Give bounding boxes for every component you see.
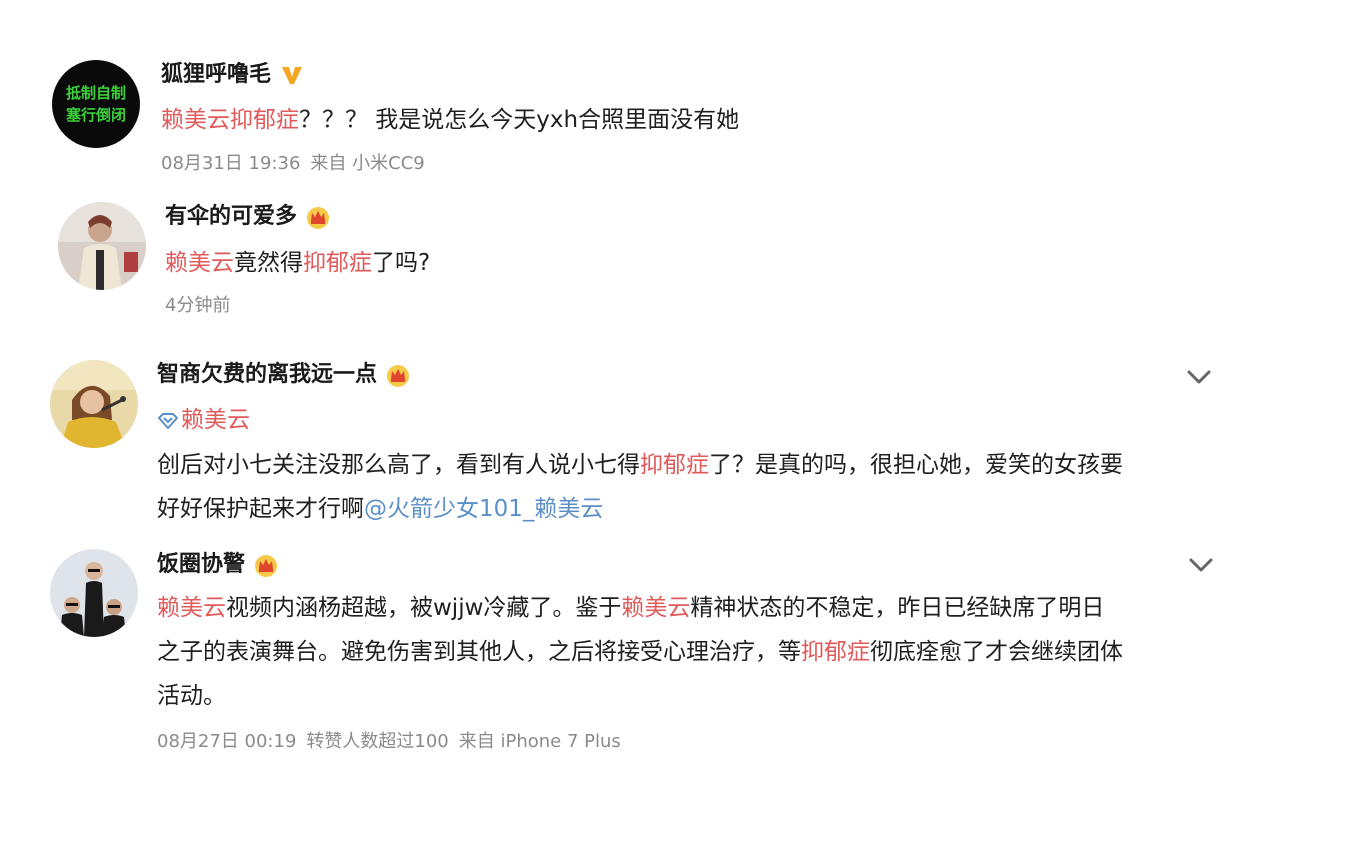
crown-icon bbox=[305, 204, 331, 230]
username[interactable]: 饭圈协警 bbox=[157, 550, 279, 580]
username-text[interactable]: 饭圈协警 bbox=[157, 552, 245, 577]
username[interactable]: 有伞的可爱多 bbox=[165, 202, 331, 232]
avatar-text-line2: 塞行倒闭 bbox=[66, 106, 126, 124]
post-time: 08月31日 19:36 bbox=[161, 153, 301, 174]
content-text: 竟然得 bbox=[234, 250, 303, 276]
crown-icon bbox=[385, 362, 411, 388]
keyword-highlight[interactable]: 赖美云 bbox=[157, 595, 226, 621]
content-line: 好好保护起来才行啊@火箭少女101_赖美云 bbox=[157, 487, 1123, 531]
content-line: 创后对小七关注没那么高了，看到有人说小七得抑郁症了？是真的吗，很担心她，爱笑的女… bbox=[157, 443, 1123, 487]
content-text: 视频内涵杨超越，被wjjw冷藏了。鉴于 bbox=[226, 595, 622, 621]
username-text[interactable]: 狐狸呼噜毛 bbox=[161, 62, 271, 87]
avatar[interactable]: 抵制自制 塞行倒闭 bbox=[52, 60, 140, 148]
content-text: ？？？ 我是说怎么今天yxh合照里面没有她 bbox=[299, 107, 740, 133]
repost-count[interactable]: 转赞人数超过100 bbox=[306, 731, 448, 752]
content-line: 活动。 bbox=[157, 674, 1123, 718]
content-text: 之子的表演舞台。避免伤害到其他人，之后将接受心理治疗，等 bbox=[157, 639, 801, 665]
content-line: 赖美云视频内涵杨超越，被wjjw冷藏了。鉴于赖美云精神状态的不稳定，昨日已经缺席… bbox=[157, 586, 1123, 630]
username-text[interactable]: 有伞的可爱多 bbox=[165, 204, 297, 229]
chevron-down-icon[interactable] bbox=[1187, 555, 1215, 575]
keyword-highlight[interactable]: 抑郁症 bbox=[303, 250, 372, 276]
content-text: 彻底痊愈了才会继续团体 bbox=[870, 639, 1123, 665]
content-text: 创后对小七关注没那么高了，看到有人说小七得 bbox=[157, 452, 640, 478]
post-time: 4分钟前 bbox=[165, 295, 231, 316]
content-text: 了？是真的吗，很担心她，爱笑的女孩要 bbox=[709, 452, 1123, 478]
content-text: 活动。 bbox=[157, 683, 226, 709]
keyword-highlight[interactable]: 抑郁症 bbox=[640, 452, 709, 478]
keyword-highlight[interactable]: 抑郁症 bbox=[801, 639, 870, 665]
username[interactable]: 智商欠费的离我远一点 bbox=[157, 360, 411, 390]
content-text: 了吗? bbox=[372, 250, 431, 276]
post-source: 来自 小米CC9 bbox=[310, 153, 425, 174]
username-text[interactable]: 智商欠费的离我远一点 bbox=[157, 362, 377, 387]
verified-v-icon bbox=[279, 62, 305, 88]
avatar-text-line1: 抵制自制 bbox=[66, 84, 126, 102]
topic-tag[interactable]: 赖美云 bbox=[157, 405, 250, 435]
post-source: 来自 iPhone 7 Plus bbox=[458, 731, 621, 752]
content-text: 好好保护起来才行啊 bbox=[157, 496, 364, 522]
username[interactable]: 狐狸呼噜毛 bbox=[161, 60, 305, 90]
post-meta: 08月27日 00:19 转赞人数超过100 来自 iPhone 7 Plus bbox=[157, 729, 621, 755]
mention-link[interactable]: @火箭少女101_赖美云 bbox=[364, 496, 603, 522]
content-text: 精神状态的不稳定，昨日已经缺席了明日 bbox=[690, 595, 1105, 621]
keyword-highlight[interactable]: 赖美云 bbox=[621, 595, 690, 621]
content-line: 之子的表演舞台。避免伤害到其他人，之后将接受心理治疗，等抑郁症彻底痊愈了才会继续… bbox=[157, 630, 1123, 674]
post-content: 赖美云竟然得抑郁症了吗? bbox=[165, 241, 430, 285]
post-meta: 4分钟前 bbox=[165, 293, 230, 319]
keyword-highlight[interactable]: 赖美云 bbox=[165, 250, 234, 276]
crown-icon bbox=[253, 552, 279, 578]
topic-label[interactable]: 赖美云 bbox=[181, 407, 250, 433]
post-content: 赖美云视频内涵杨超越，被wjjw冷藏了。鉴于赖美云精神状态的不稳定，昨日已经缺席… bbox=[157, 586, 1123, 718]
post-meta: 08月31日 19:36 来自 小米CC9 bbox=[161, 151, 425, 177]
avatar[interactable] bbox=[50, 360, 138, 448]
post-content: 创后对小七关注没那么高了，看到有人说小七得抑郁症了？是真的吗，很担心她，爱笑的女… bbox=[157, 443, 1123, 531]
post-content: 赖美云抑郁症？？？ 我是说怎么今天yxh合照里面没有她 bbox=[161, 98, 739, 142]
avatar[interactable] bbox=[58, 202, 146, 290]
hashtag-highlight[interactable]: 赖美云抑郁症 bbox=[161, 107, 299, 133]
diamond-icon bbox=[158, 412, 178, 429]
avatar[interactable] bbox=[50, 549, 138, 637]
post-time: 08月27日 00:19 bbox=[157, 731, 297, 752]
chevron-down-icon[interactable] bbox=[1185, 367, 1213, 387]
